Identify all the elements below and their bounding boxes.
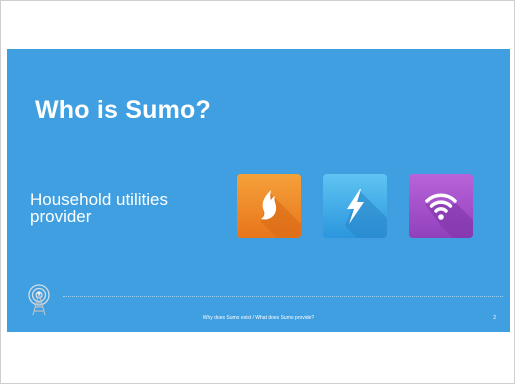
- electricity-tile: [323, 174, 387, 238]
- footer-dotted-rule: [63, 296, 503, 297]
- page-number: 2: [493, 315, 496, 321]
- slide-subtitle: Household utilities provider: [30, 190, 168, 226]
- page-frame: Who is Sumo? Household utilities provide…: [0, 0, 515, 384]
- gas-tile: [237, 174, 301, 238]
- wifi-icon: [409, 174, 473, 238]
- lightning-bolt-icon: [323, 174, 387, 238]
- tower-logo-icon: [28, 284, 50, 316]
- slide-footer: Why does Sumo exist / What does Sumo pro…: [202, 315, 315, 321]
- slide: Who is Sumo? Household utilities provide…: [7, 49, 510, 332]
- slide-title: Who is Sumo?: [35, 96, 211, 124]
- gas-flame-icon: [237, 174, 301, 238]
- broadband-tile: [409, 174, 473, 238]
